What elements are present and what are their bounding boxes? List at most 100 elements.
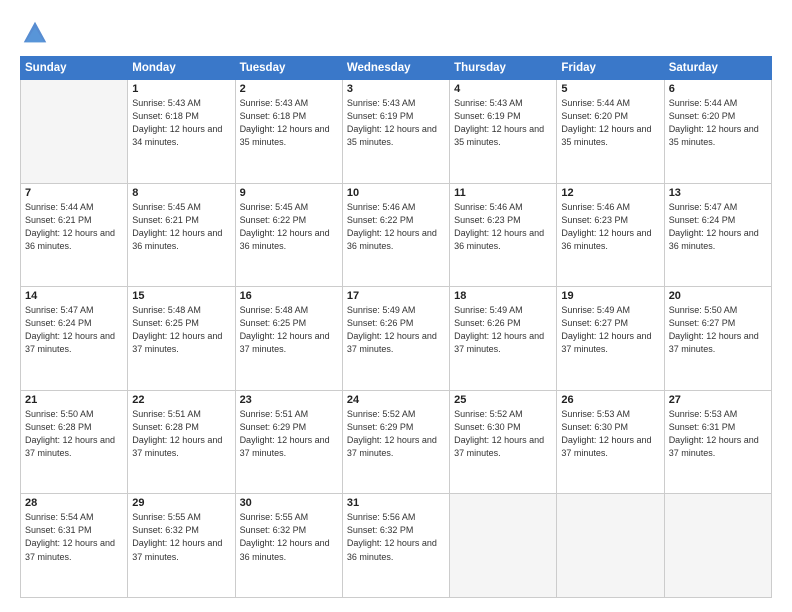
day-number: 2 bbox=[240, 83, 338, 95]
calendar-cell: 14 Sunrise: 5:47 AMSunset: 6:24 PMDayligh… bbox=[21, 287, 128, 391]
day-number: 17 bbox=[347, 290, 445, 302]
cell-info: Sunrise: 5:47 AMSunset: 6:24 PMDaylight:… bbox=[669, 201, 767, 253]
day-number: 30 bbox=[240, 497, 338, 509]
cell-info: Sunrise: 5:46 AMSunset: 6:23 PMDaylight:… bbox=[454, 201, 552, 253]
calendar-cell: 26 Sunrise: 5:53 AMSunset: 6:30 PMDayligh… bbox=[557, 390, 664, 494]
calendar-cell: 13Sunrise: 5:47 AMSunset: 6:24 PMDayligh… bbox=[664, 183, 771, 287]
cell-info: Sunrise: 5:43 AMSunset: 6:18 PMDaylight:… bbox=[132, 97, 230, 149]
calendar-cell: 28Sunrise: 5:54 AMSunset: 6:31 PMDayligh… bbox=[21, 494, 128, 598]
logo-icon bbox=[20, 18, 50, 48]
day-number: 21 bbox=[25, 394, 123, 406]
calendar-cell: 24 Sunrise: 5:52 AMSunset: 6:29 PMDayligh… bbox=[342, 390, 449, 494]
cell-info: Sunrise: 5:44 AMSunset: 6:20 PMDaylight:… bbox=[561, 97, 659, 149]
cell-info: Sunrise: 5:44 AMSunset: 6:21 PMDaylight:… bbox=[25, 201, 123, 253]
calendar-col-monday: Monday bbox=[128, 57, 235, 80]
calendar-cell: 5Sunrise: 5:44 AMSunset: 6:20 PMDaylight… bbox=[557, 80, 664, 184]
day-number: 10 bbox=[347, 187, 445, 199]
cell-info: Sunrise: 5:51 AMSunset: 6:28 PMDaylight:… bbox=[132, 408, 230, 460]
cell-info: Sunrise: 5:43 AMSunset: 6:19 PMDaylight:… bbox=[454, 97, 552, 149]
day-number: 1 bbox=[132, 83, 230, 95]
header bbox=[20, 18, 772, 48]
day-number: 18 bbox=[454, 290, 552, 302]
day-number: 31 bbox=[347, 497, 445, 509]
cell-info: Sunrise: 5:50 AMSunset: 6:28 PMDaylight:… bbox=[25, 408, 123, 460]
day-number: 6 bbox=[669, 83, 767, 95]
cell-info: Sunrise: 5:55 AMSunset: 6:32 PMDaylight:… bbox=[132, 511, 230, 563]
day-number: 11 bbox=[454, 187, 552, 199]
cell-info: Sunrise: 5:55 AMSunset: 6:32 PMDaylight:… bbox=[240, 511, 338, 563]
calendar-cell: 11 Sunrise: 5:46 AMSunset: 6:23 PMDayligh… bbox=[450, 183, 557, 287]
calendar-week-5: 28Sunrise: 5:54 AMSunset: 6:31 PMDayligh… bbox=[21, 494, 772, 598]
cell-info: Sunrise: 5:44 AMSunset: 6:20 PMDaylight:… bbox=[669, 97, 767, 149]
calendar-cell: 22 Sunrise: 5:51 AMSunset: 6:28 PMDayligh… bbox=[128, 390, 235, 494]
calendar-cell: 3 Sunrise: 5:43 AMSunset: 6:19 PMDaylight… bbox=[342, 80, 449, 184]
day-number: 20 bbox=[669, 290, 767, 302]
page: SundayMondayTuesdayWednesdayThursdayFrid… bbox=[0, 0, 792, 612]
calendar-cell: 20 Sunrise: 5:50 AMSunset: 6:27 PMDayligh… bbox=[664, 287, 771, 391]
calendar-cell: 25Sunrise: 5:52 AMSunset: 6:30 PMDayligh… bbox=[450, 390, 557, 494]
calendar-cell bbox=[450, 494, 557, 598]
calendar-cell: 23 Sunrise: 5:51 AMSunset: 6:29 PMDayligh… bbox=[235, 390, 342, 494]
calendar-col-friday: Friday bbox=[557, 57, 664, 80]
calendar-col-saturday: Saturday bbox=[664, 57, 771, 80]
cell-info: Sunrise: 5:51 AMSunset: 6:29 PMDaylight:… bbox=[240, 408, 338, 460]
calendar-week-3: 14 Sunrise: 5:47 AMSunset: 6:24 PMDayligh… bbox=[21, 287, 772, 391]
cell-info: Sunrise: 5:43 AMSunset: 6:19 PMDaylight:… bbox=[347, 97, 445, 149]
day-number: 7 bbox=[25, 187, 123, 199]
calendar-cell bbox=[21, 80, 128, 184]
cell-info: Sunrise: 5:53 AMSunset: 6:30 PMDaylight:… bbox=[561, 408, 659, 460]
cell-info: Sunrise: 5:49 AMSunset: 6:26 PMDaylight:… bbox=[454, 304, 552, 356]
calendar-cell: 7 Sunrise: 5:44 AMSunset: 6:21 PMDaylight… bbox=[21, 183, 128, 287]
calendar-cell: 4Sunrise: 5:43 AMSunset: 6:19 PMDaylight… bbox=[450, 80, 557, 184]
day-number: 22 bbox=[132, 394, 230, 406]
calendar-col-sunday: Sunday bbox=[21, 57, 128, 80]
cell-info: Sunrise: 5:49 AMSunset: 6:26 PMDaylight:… bbox=[347, 304, 445, 356]
day-number: 3 bbox=[347, 83, 445, 95]
day-number: 19 bbox=[561, 290, 659, 302]
day-number: 23 bbox=[240, 394, 338, 406]
day-number: 28 bbox=[25, 497, 123, 509]
cell-info: Sunrise: 5:47 AMSunset: 6:24 PMDaylight:… bbox=[25, 304, 123, 356]
cell-info: Sunrise: 5:50 AMSunset: 6:27 PMDaylight:… bbox=[669, 304, 767, 356]
calendar-col-thursday: Thursday bbox=[450, 57, 557, 80]
calendar-cell: 17 Sunrise: 5:49 AMSunset: 6:26 PMDayligh… bbox=[342, 287, 449, 391]
cell-info: Sunrise: 5:48 AMSunset: 6:25 PMDaylight:… bbox=[132, 304, 230, 356]
cell-info: Sunrise: 5:48 AMSunset: 6:25 PMDaylight:… bbox=[240, 304, 338, 356]
day-number: 26 bbox=[561, 394, 659, 406]
cell-info: Sunrise: 5:52 AMSunset: 6:29 PMDaylight:… bbox=[347, 408, 445, 460]
cell-info: Sunrise: 5:46 AMSunset: 6:22 PMDaylight:… bbox=[347, 201, 445, 253]
cell-info: Sunrise: 5:43 AMSunset: 6:18 PMDaylight:… bbox=[240, 97, 338, 149]
calendar-cell: 19 Sunrise: 5:49 AMSunset: 6:27 PMDayligh… bbox=[557, 287, 664, 391]
calendar-cell: 12 Sunrise: 5:46 AMSunset: 6:23 PMDayligh… bbox=[557, 183, 664, 287]
day-number: 25 bbox=[454, 394, 552, 406]
day-number: 24 bbox=[347, 394, 445, 406]
calendar-col-tuesday: Tuesday bbox=[235, 57, 342, 80]
day-number: 8 bbox=[132, 187, 230, 199]
calendar-cell: 16 Sunrise: 5:48 AMSunset: 6:25 PMDayligh… bbox=[235, 287, 342, 391]
calendar-cell: 30 Sunrise: 5:55 AMSunset: 6:32 PMDayligh… bbox=[235, 494, 342, 598]
calendar-cell: 18 Sunrise: 5:49 AMSunset: 6:26 PMDayligh… bbox=[450, 287, 557, 391]
calendar-cell: 2 Sunrise: 5:43 AMSunset: 6:18 PMDaylight… bbox=[235, 80, 342, 184]
calendar-cell: 8 Sunrise: 5:45 AMSunset: 6:21 PMDaylight… bbox=[128, 183, 235, 287]
calendar-col-wednesday: Wednesday bbox=[342, 57, 449, 80]
day-number: 16 bbox=[240, 290, 338, 302]
calendar-cell: 15Sunrise: 5:48 AMSunset: 6:25 PMDayligh… bbox=[128, 287, 235, 391]
day-number: 14 bbox=[25, 290, 123, 302]
calendar-cell bbox=[664, 494, 771, 598]
cell-info: Sunrise: 5:46 AMSunset: 6:23 PMDaylight:… bbox=[561, 201, 659, 253]
calendar-table: SundayMondayTuesdayWednesdayThursdayFrid… bbox=[20, 56, 772, 598]
calendar-cell: 1 Sunrise: 5:43 AMSunset: 6:18 PMDaylight… bbox=[128, 80, 235, 184]
cell-info: Sunrise: 5:49 AMSunset: 6:27 PMDaylight:… bbox=[561, 304, 659, 356]
cell-info: Sunrise: 5:56 AMSunset: 6:32 PMDaylight:… bbox=[347, 511, 445, 563]
day-number: 9 bbox=[240, 187, 338, 199]
day-number: 27 bbox=[669, 394, 767, 406]
day-number: 12 bbox=[561, 187, 659, 199]
logo bbox=[20, 18, 54, 48]
calendar-cell: 21 Sunrise: 5:50 AMSunset: 6:28 PMDayligh… bbox=[21, 390, 128, 494]
day-number: 29 bbox=[132, 497, 230, 509]
calendar-cell: 10 Sunrise: 5:46 AMSunset: 6:22 PMDayligh… bbox=[342, 183, 449, 287]
cell-info: Sunrise: 5:45 AMSunset: 6:21 PMDaylight:… bbox=[132, 201, 230, 253]
cell-info: Sunrise: 5:45 AMSunset: 6:22 PMDaylight:… bbox=[240, 201, 338, 253]
calendar-cell: 31 Sunrise: 5:56 AMSunset: 6:32 PMDayligh… bbox=[342, 494, 449, 598]
calendar-cell: 29 Sunrise: 5:55 AMSunset: 6:32 PMDayligh… bbox=[128, 494, 235, 598]
